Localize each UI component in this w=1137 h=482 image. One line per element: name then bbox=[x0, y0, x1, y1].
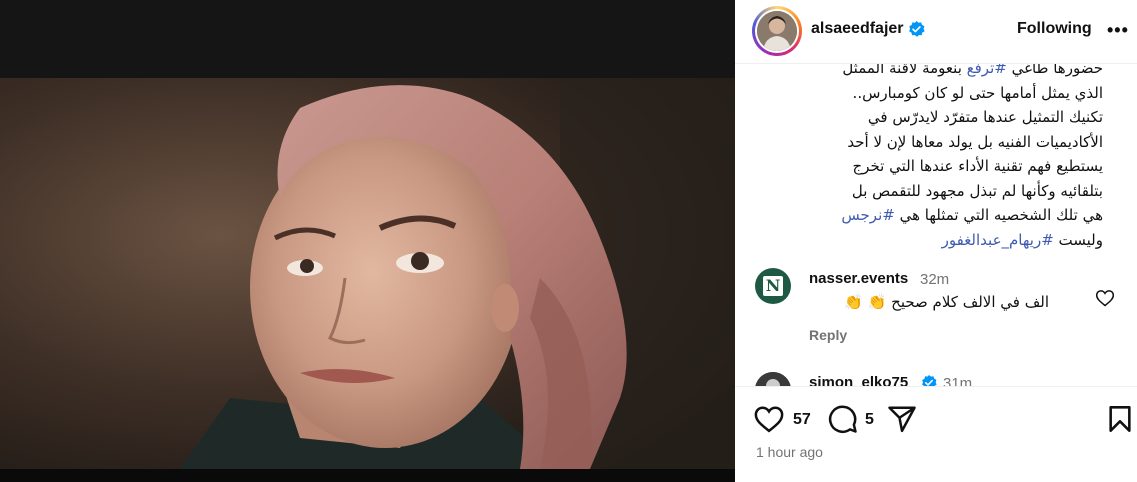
post-header: alsaeedfajer Following ••• bbox=[735, 0, 1137, 64]
share-icon[interactable] bbox=[887, 405, 917, 433]
caption-text: تكنيك التمثيل عندها متفرّد لايدرّس في bbox=[867, 108, 1103, 126]
post-caption: حضورها طاغي #ترفع بنعومة لأقنة الممثل الذ… bbox=[763, 64, 1103, 252]
caption-text: هي تلك الشخصيه التي تمثلها هي bbox=[894, 206, 1103, 224]
commenter-avatar[interactable]: N bbox=[755, 268, 791, 304]
caption-text: يستطيع فهم تقنية الأداء عندها التي تخرج bbox=[852, 157, 1103, 175]
caption-text: الذي يمثل أمامها حتى لو كان كومبارس.. bbox=[852, 83, 1103, 102]
author-username[interactable]: alsaeedfajer bbox=[811, 20, 904, 38]
media-letterbox-top bbox=[0, 0, 735, 78]
commenter-avatar[interactable] bbox=[755, 372, 791, 386]
post-photo bbox=[0, 78, 735, 469]
comments-scroll-area[interactable]: حضورها طاغي #ترفع بنعومة لأقنة الممثل الذ… bbox=[735, 64, 1137, 386]
commenter-username[interactable]: nasser.events bbox=[809, 270, 908, 287]
reply-button[interactable]: Reply bbox=[809, 327, 847, 343]
caption-line: تكنيك التمثيل عندها متفرّد لايدرّس في bbox=[763, 105, 1103, 130]
hashtag-link[interactable]: #ريهام_عبدالغفور bbox=[942, 231, 1054, 249]
hashtag-link[interactable]: #نرجس bbox=[841, 206, 894, 224]
caption-text: بتلقائيه وكأنها لم تبذل مجهود للتقمص بل bbox=[851, 181, 1103, 200]
post-side-panel: alsaeedfajer Following ••• حضورها طاغي #… bbox=[735, 0, 1137, 482]
caption-text: الأكاديميات الفنيه بل يولد معاها لإن لا … bbox=[847, 132, 1103, 151]
caption-line: الأكاديميات الفنيه بل يولد معاها لإن لا … bbox=[763, 130, 1103, 155]
caption-line: بتلقائيه وكأنها لم تبذل مجهود للتقمص بل bbox=[763, 179, 1103, 204]
comment-time[interactable]: 31m bbox=[943, 375, 972, 386]
post-timestamp[interactable]: 1 hour ago bbox=[756, 444, 823, 460]
likes-count[interactable]: 57 bbox=[793, 411, 811, 429]
caption-line: يستطيع فهم تقنية الأداء عندها التي تخرج bbox=[763, 154, 1103, 179]
caption-line: الذي يمثل أمامها حتى لو كان كومبارس.. bbox=[763, 81, 1103, 106]
post-media[interactable] bbox=[0, 0, 735, 482]
caption-line: حضورها طاغي #ترفع بنعومة لأقنة الممثل bbox=[763, 64, 1103, 81]
caption-line: هي تلك الشخصيه التي تمثلها هي #نرجس bbox=[763, 203, 1103, 228]
author-avatar[interactable] bbox=[752, 6, 802, 56]
caption-line: وليست #ريهام_عبدالغفور bbox=[763, 228, 1103, 253]
caption-text: حضورها طاغي bbox=[1006, 64, 1103, 77]
comment-like-heart-icon[interactable] bbox=[1095, 288, 1115, 308]
caption-text: بنعومة لأقنة الممثل bbox=[842, 64, 967, 77]
following-button[interactable]: Following bbox=[1017, 20, 1092, 38]
like-heart-icon[interactable] bbox=[754, 405, 784, 433]
save-bookmark-icon[interactable] bbox=[1108, 405, 1132, 433]
instagram-post-modal: alsaeedfajer Following ••• حضورها طاغي #… bbox=[0, 0, 1137, 482]
verified-badge-icon bbox=[909, 21, 925, 37]
verified-badge-icon bbox=[922, 375, 937, 386]
hashtag-link[interactable]: #ترفع bbox=[967, 64, 1007, 77]
commenter-username[interactable]: simon_elko75 bbox=[809, 374, 908, 386]
media-letterbox-bottom bbox=[0, 469, 735, 482]
comment-text: الف في الالف كلام صحيح 👏 👏 bbox=[844, 293, 1049, 311]
comments-count[interactable]: 5 bbox=[865, 411, 874, 429]
comment-icon[interactable] bbox=[828, 404, 858, 434]
more-options-icon[interactable]: ••• bbox=[1107, 20, 1129, 41]
comment-time[interactable]: 32m bbox=[920, 271, 949, 288]
post-actions-bar: 57 5 1 hour ago bbox=[735, 386, 1137, 482]
caption-text: وليست bbox=[1053, 230, 1103, 249]
